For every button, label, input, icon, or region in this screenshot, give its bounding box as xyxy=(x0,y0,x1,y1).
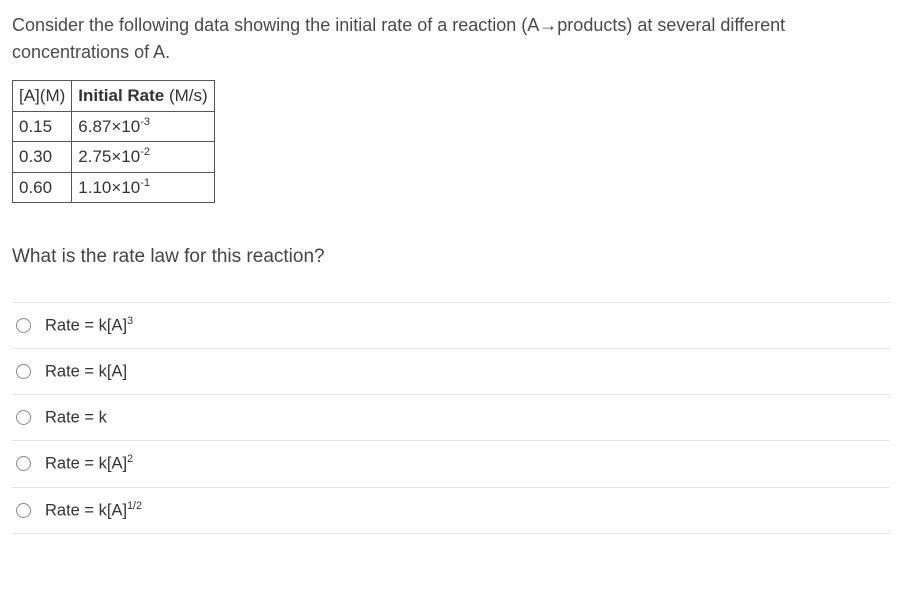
radio-icon xyxy=(16,456,31,471)
table-row: 0.15 6.87×10-3 xyxy=(13,111,215,142)
option-label: Rate = k xyxy=(45,405,107,430)
option-1[interactable]: Rate = k[A] xyxy=(12,349,891,395)
question-text: What is the rate law for this reaction? xyxy=(12,243,891,272)
data-table: [A](M) Initial Rate (M/s) 0.15 6.87×10-3… xyxy=(12,80,215,203)
radio-icon xyxy=(16,503,31,518)
option-2[interactable]: Rate = k xyxy=(12,395,891,441)
cell-conc: 0.30 xyxy=(13,142,72,173)
cell-rate: 6.87×10-3 xyxy=(72,111,214,142)
intro-text: Consider the following data showing the … xyxy=(12,12,891,66)
table-row: 0.60 1.10×10-1 xyxy=(13,172,215,203)
option-3[interactable]: Rate = k[A]2 xyxy=(12,441,891,487)
options-group: Rate = k[A]3 Rate = k[A] Rate = k Rate =… xyxy=(12,302,891,534)
option-label: Rate = k[A] xyxy=(45,359,127,384)
radio-icon xyxy=(16,364,31,379)
option-label: Rate = k[A]3 xyxy=(45,313,133,338)
col-header-conc: [A](M) xyxy=(13,81,72,112)
option-label: Rate = k[A]2 xyxy=(45,451,133,476)
option-0[interactable]: Rate = k[A]3 xyxy=(12,302,891,349)
option-label: Rate = k[A]1/2 xyxy=(45,498,142,523)
cell-rate: 2.75×10-2 xyxy=(72,142,214,173)
option-4[interactable]: Rate = k[A]1/2 xyxy=(12,488,891,534)
cell-conc: 0.60 xyxy=(13,172,72,203)
cell-rate: 1.10×10-1 xyxy=(72,172,214,203)
cell-conc: 0.15 xyxy=(13,111,72,142)
table-row: 0.30 2.75×10-2 xyxy=(13,142,215,173)
radio-icon xyxy=(16,318,31,333)
radio-icon xyxy=(16,410,31,425)
col-header-rate: Initial Rate (M/s) xyxy=(72,81,214,112)
